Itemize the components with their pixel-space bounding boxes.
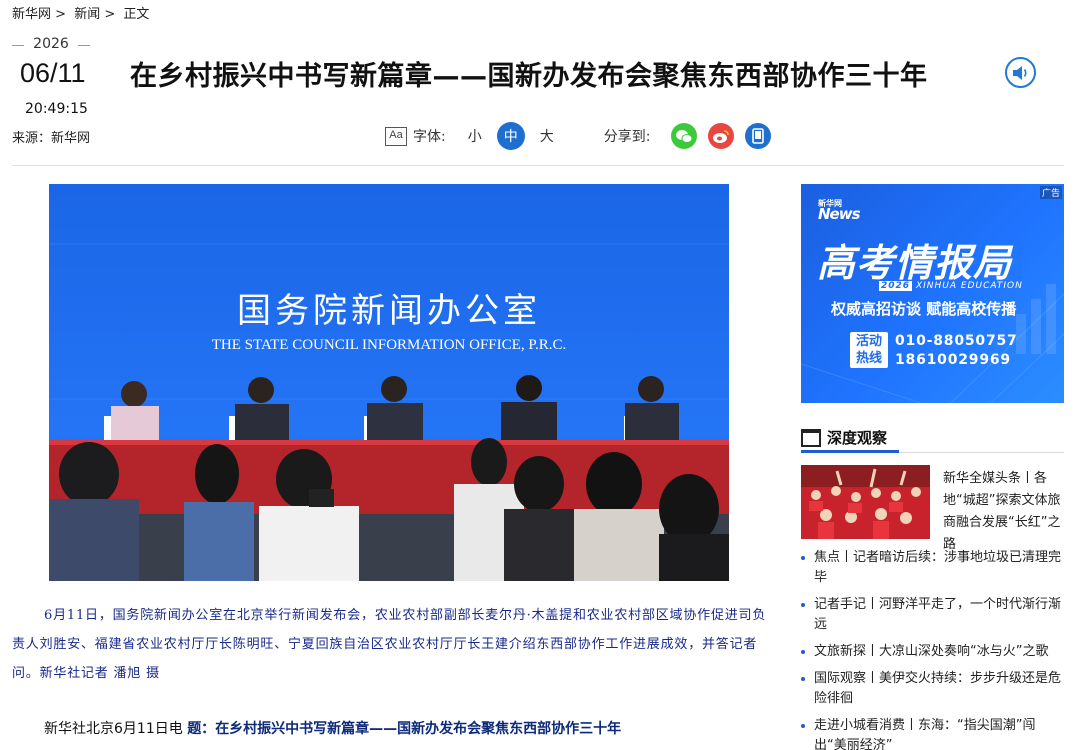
ad-subtitle: 2026 XINHUA EDUCATION — [879, 281, 1023, 291]
section-header-deep-observation: 深度观察 — [801, 427, 1064, 453]
gaokao-ad-banner[interactable]: 广告 新华网 News 高考情报局 2026 XINHUA EDUCATION … — [801, 184, 1064, 403]
dateline-prefix: 新华社北京6月11日电 — [44, 721, 183, 737]
xinhua-news-logo: 新华网 News — [818, 198, 861, 223]
football-fans-image — [801, 465, 930, 539]
ad-phone-numbers: 010-88050757 18610029969 — [895, 332, 1018, 370]
font-size-medium-button[interactable]: 中 — [496, 122, 525, 150]
publish-time: 20:49:15 — [25, 101, 88, 117]
breadcrumb-separator: > — [55, 7, 67, 22]
news-item[interactable]: 焦点丨记者暗访后续：涉事地垃圾已清理完毕 — [801, 548, 1064, 588]
ad-sub-text: XINHUA EDUCATION — [915, 281, 1023, 291]
share-wechat-button[interactable] — [671, 123, 698, 149]
article-title: 在乡村振兴中书写新篇章——国新办发布会聚焦东西部协作三十年 — [130, 61, 928, 92]
publish-date-box: 2026 06/11 20:49:15 来源：新华网 — [12, 36, 122, 146]
ad-sub-year: 2026 — [879, 281, 913, 291]
ad-logo-big: News — [818, 205, 861, 223]
breadcrumb-current: 正文 — [123, 7, 150, 22]
dateline-label: 题： — [187, 721, 216, 737]
photo-caption: 6月11日，国务院新闻办公室在北京举行新闻发布会，农业农村部副部长麦尔丹·木盖提… — [12, 608, 767, 681]
backdrop-title-cn: 国务院新闻办公室 — [237, 291, 541, 331]
font-size-label: 字体: — [413, 129, 446, 145]
breadcrumb-section[interactable]: 新闻 — [74, 7, 100, 22]
dateline-title: 在乡村振兴中书写新篇章——国新办发布会聚焦东西部协作三十年 — [215, 721, 622, 737]
feature-headline[interactable]: 新华全媒头条丨各地“城超”探索文体旅商融合发展“长红”之路 — [943, 468, 1064, 556]
ad-title: 高考情报局 — [817, 241, 1013, 285]
newspaper-icon — [801, 428, 821, 447]
share-label: 分享到: — [603, 129, 651, 145]
news-item[interactable]: 记者手记丨河野洋平走了，一个时代渐行渐远 — [801, 595, 1064, 635]
ad-slogan: 权威高招访谈 赋能高校传播 — [831, 300, 1017, 318]
article-source: 来源：新华网 — [12, 131, 91, 146]
ad-hotline-badge: 活动 热线 — [850, 332, 888, 368]
wechat-icon — [676, 129, 693, 143]
share-mobile-button[interactable] — [745, 123, 772, 149]
press-conference-image: 国务院新闻办公室 THE STATE COUNCIL INFORMATION O… — [49, 184, 729, 581]
press-conference-photo: 国务院新闻办公室 THE STATE COUNCIL INFORMATION O… — [49, 184, 729, 581]
news-item[interactable]: 国际观察丨美伊交火持续：步步升级还是危险徘徊 — [801, 669, 1064, 709]
sidebar-news-list: 焦点丨记者暗访后续：涉事地垃圾已清理完毕 记者手记丨河野洋平走了，一个时代渐行渐… — [801, 548, 1064, 750]
ad-tag: 广告 — [1039, 186, 1062, 199]
ad-hot-label-1: 活动 — [855, 334, 882, 349]
header-divider — [12, 165, 1064, 166]
ad-phone-2: 18610029969 — [895, 352, 1011, 368]
speaker-icon — [1012, 65, 1027, 80]
breadcrumb-home[interactable]: 新华网 — [12, 7, 51, 22]
ad-phone-1: 010-88050757 — [895, 333, 1018, 349]
section-title: 深度观察 — [827, 429, 888, 447]
breadcrumb-separator: > — [104, 7, 116, 22]
section-underline — [801, 450, 899, 453]
news-item[interactable]: 文旅新探丨大凉山深处奏响“冰与火”之歌 — [801, 642, 1064, 662]
ad-hot-label-2: 热线 — [855, 351, 882, 366]
listen-audio-button[interactable] — [1005, 57, 1036, 88]
share-weibo-button[interactable] — [708, 123, 735, 149]
news-item[interactable]: 走进小城看消费丨东海：“指尖国潮”闯出“美丽经济” — [801, 716, 1064, 750]
feature-thumbnail[interactable] — [801, 465, 930, 539]
backdrop-title-en: THE STATE COUNCIL INFORMATION OFFICE, P.… — [212, 337, 567, 353]
font-size-small-button[interactable]: 小 — [468, 126, 482, 146]
article-dateline: 新华社北京6月11日电 题：在乡村振兴中书写新篇章——国新办发布会聚焦东西部协作… — [44, 718, 621, 738]
publish-year: 2026 — [12, 36, 90, 52]
article-toolbar: Aa 字体: 小 中 大 分享到: — [385, 121, 772, 151]
font-size-large-button[interactable]: 大 — [540, 126, 554, 146]
publish-date: 06/11 — [20, 58, 86, 88]
mobile-icon — [752, 128, 765, 144]
breadcrumb: 新华网 > 新闻 > 正文 — [12, 3, 153, 22]
weibo-icon — [713, 129, 730, 143]
font-size-icon: Aa — [385, 126, 407, 146]
